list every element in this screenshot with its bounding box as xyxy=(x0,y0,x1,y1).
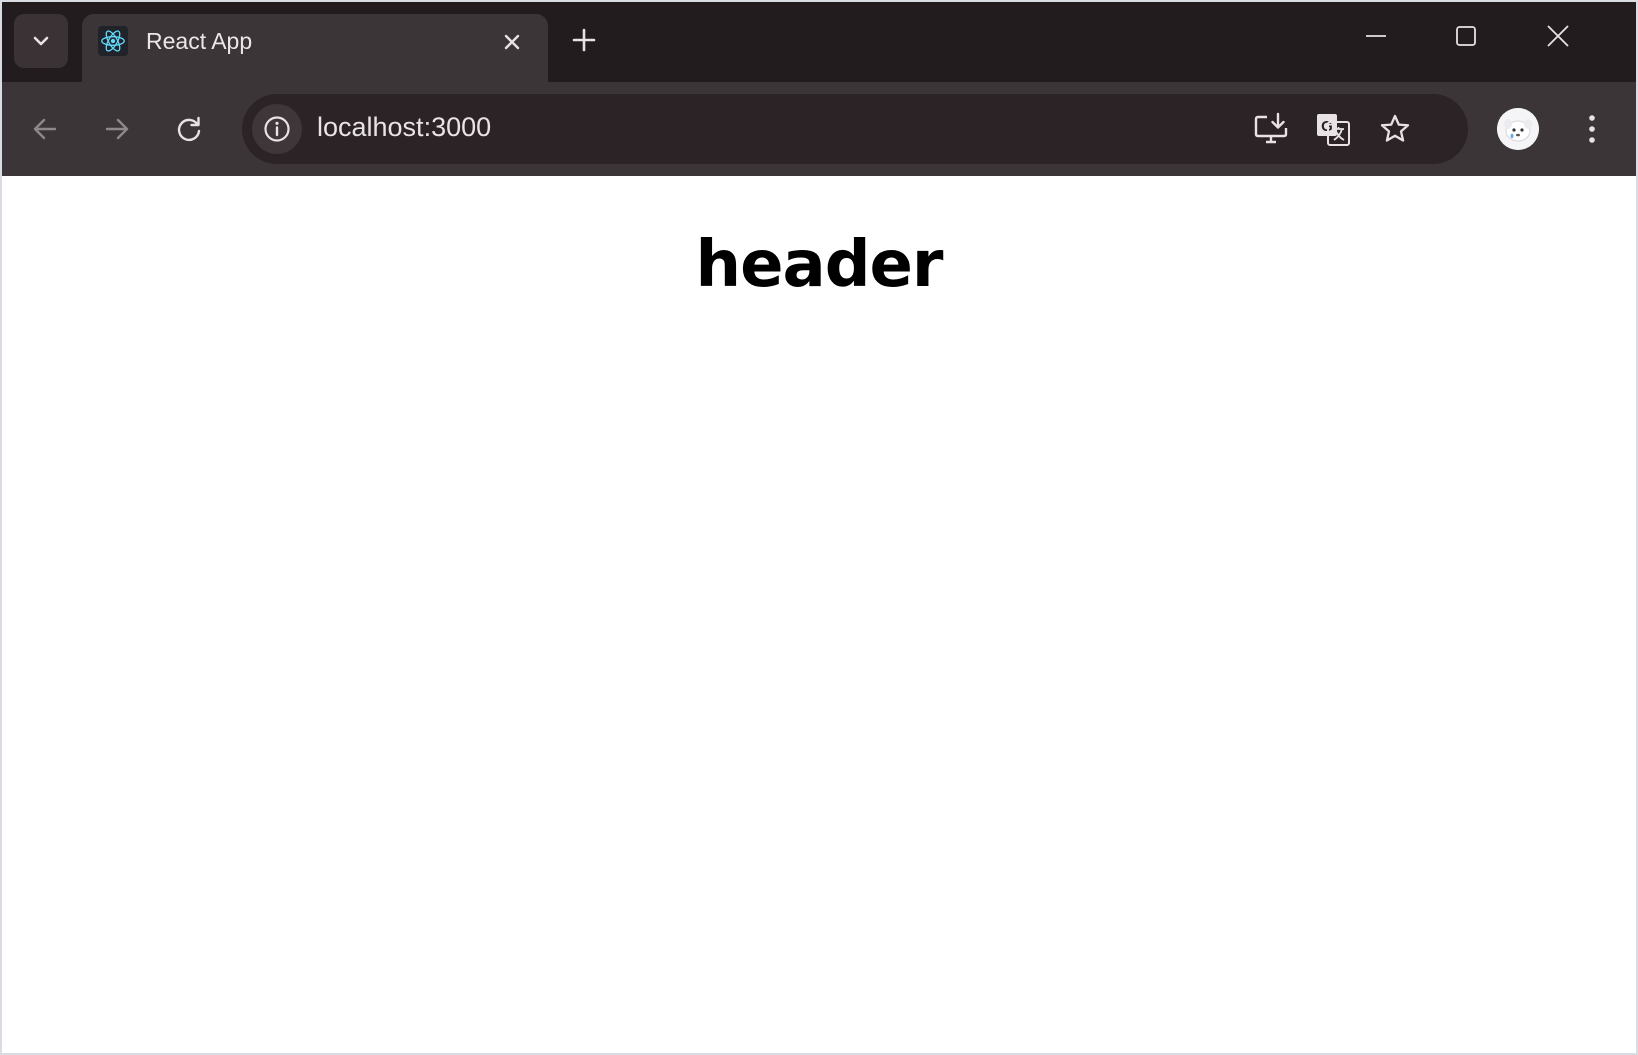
translate-button[interactable]: G xyxy=(1310,106,1356,152)
star-icon xyxy=(1380,114,1410,142)
avatar[interactable] xyxy=(1497,108,1539,150)
install-icon xyxy=(1254,112,1288,144)
browser-window: React App localhost:3000 G header xyxy=(2,2,1636,1053)
new-tab-button[interactable] xyxy=(568,24,600,56)
bookmark-button[interactable] xyxy=(1372,106,1418,152)
tab-strip: React App xyxy=(2,2,1636,82)
page-viewport: header xyxy=(2,176,1636,1053)
profile-avatar-icon xyxy=(1497,108,1539,150)
reload-icon xyxy=(177,116,201,142)
chevron-down-icon xyxy=(33,36,49,46)
url-text[interactable]: localhost:3000 xyxy=(317,112,491,143)
close-window-button[interactable] xyxy=(1530,16,1586,56)
active-tab[interactable]: React App xyxy=(82,14,548,82)
back-button[interactable] xyxy=(22,106,68,152)
browser-menu-button[interactable] xyxy=(1572,106,1612,152)
tab-title: React App xyxy=(146,28,253,54)
page-header: header xyxy=(695,228,944,302)
info-icon xyxy=(264,116,290,142)
reload-button[interactable] xyxy=(166,106,212,152)
site-info-button[interactable] xyxy=(252,104,302,154)
minimize-icon xyxy=(1366,35,1386,37)
arrow-left-icon xyxy=(33,118,57,140)
maximize-icon xyxy=(1456,26,1476,46)
plus-icon xyxy=(572,28,596,52)
arrow-right-icon xyxy=(105,118,129,140)
react-logo-icon xyxy=(98,26,128,56)
browser-toolbar: localhost:3000 G xyxy=(2,82,1636,176)
minimize-button[interactable] xyxy=(1348,16,1404,56)
maximize-button[interactable] xyxy=(1438,16,1494,56)
translate-icon: G xyxy=(1317,114,1350,146)
tab-close-button[interactable] xyxy=(498,28,526,56)
tab-search-button[interactable] xyxy=(14,14,68,68)
forward-button[interactable] xyxy=(94,106,140,152)
close-icon xyxy=(504,34,520,50)
close-icon xyxy=(1547,25,1569,47)
address-bar[interactable]: localhost:3000 G xyxy=(242,94,1468,164)
kebab-menu-icon xyxy=(1589,115,1595,143)
install-app-button[interactable] xyxy=(1248,106,1294,152)
